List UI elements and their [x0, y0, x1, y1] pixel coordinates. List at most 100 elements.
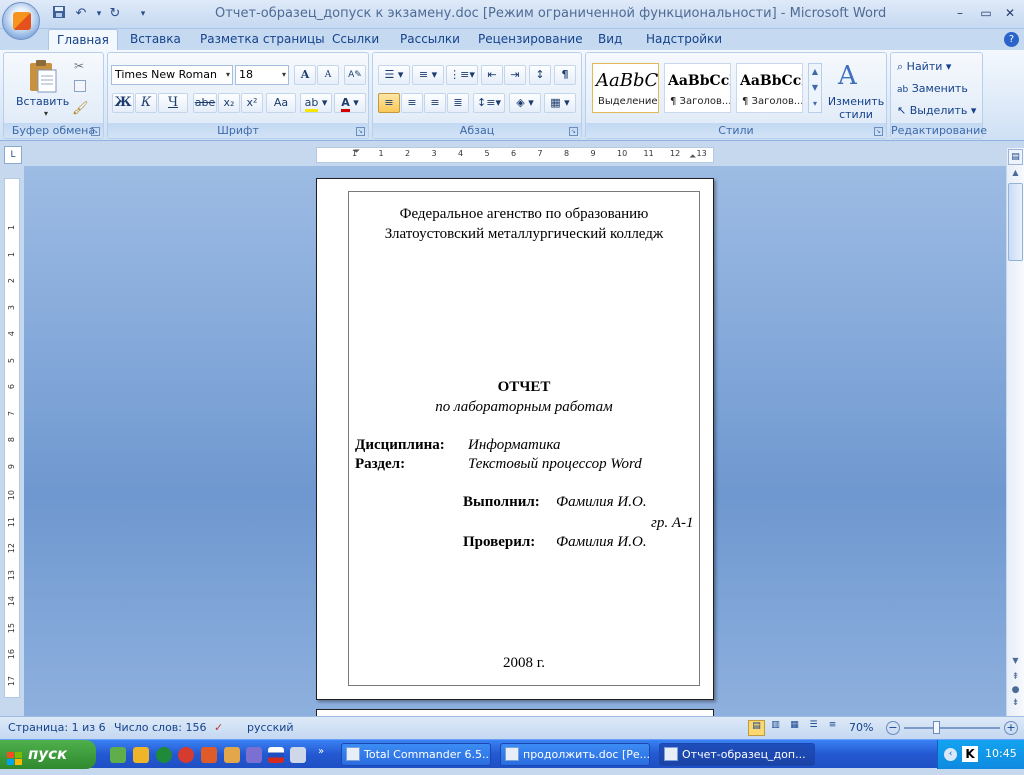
save-icon[interactable]	[50, 5, 68, 23]
minimize-button[interactable]: –	[950, 4, 970, 22]
outline-view-icon[interactable]: ☰	[805, 720, 822, 736]
spellcheck-icon[interactable]: ✓	[214, 721, 223, 734]
chevron-down-icon[interactable]: ▾	[226, 66, 230, 84]
italic-button[interactable]: К	[135, 93, 157, 113]
find-button[interactable]: ⌕ Найти ▾	[897, 60, 951, 74]
vertical-scrollbar[interactable]: ▤ ▲ ▼ ⇞ ● ⇟	[1007, 148, 1024, 716]
zoom-slider-track[interactable]	[904, 727, 1000, 729]
quicklaunch-tools-icon[interactable]	[201, 747, 217, 763]
sort-icon[interactable]: ↕	[529, 65, 551, 85]
restore-button[interactable]: ▭	[976, 4, 996, 22]
tab-mailings[interactable]: Рассылки	[392, 29, 468, 50]
page-count[interactable]: Страница: 1 из 6	[8, 721, 106, 734]
web-layout-icon[interactable]: ▦	[786, 720, 803, 736]
select-button[interactable]: ↖ Выделить ▾	[897, 104, 976, 117]
language-indicator[interactable]: русский	[247, 721, 294, 734]
line-spacing-icon[interactable]: ↕≡▾	[473, 93, 505, 113]
tab-review[interactable]: Рецензирование	[470, 29, 591, 50]
clipboard-launcher-icon[interactable]: ↘	[91, 127, 100, 136]
tab-home[interactable]: Главная	[48, 29, 118, 51]
style-tile-emphasis[interactable]: AaBbC Выделение	[592, 63, 659, 113]
font-color-button[interactable]: A ▾	[334, 93, 366, 113]
styles-scroll[interactable]: ▲ ▼ ▾	[808, 63, 822, 113]
paste-icon[interactable]	[24, 57, 60, 95]
font-size-combo[interactable]: 18 ▾	[235, 65, 289, 85]
quicklaunch-folder-icon[interactable]	[224, 747, 240, 763]
shrink-font-button[interactable]: A	[317, 65, 339, 85]
copy-icon[interactable]	[74, 80, 86, 92]
format-painter-icon[interactable]: 🖌	[72, 101, 89, 116]
tab-insert[interactable]: Вставка	[122, 29, 189, 50]
keyboard-layout-icon[interactable]: K	[962, 746, 978, 762]
chevron-down-icon[interactable]: ▾	[282, 66, 286, 84]
task-total-commander[interactable]: Total Commander 6.5...	[341, 743, 491, 766]
grow-font-button[interactable]: A	[294, 65, 316, 85]
scroll-up-icon[interactable]: ▲	[1008, 168, 1023, 182]
bullets-icon[interactable]: ☰ ▾	[378, 65, 410, 85]
zoom-slider-thumb[interactable]	[933, 721, 940, 734]
scroll-thumb[interactable]	[1008, 183, 1023, 261]
cut-icon[interactable]: ✂	[74, 59, 84, 73]
close-button[interactable]: ✕	[1000, 4, 1020, 22]
shading-icon[interactable]: ◈ ▾	[509, 93, 541, 113]
borders-icon[interactable]: ▦ ▾	[544, 93, 576, 113]
tab-view[interactable]: Вид	[590, 29, 630, 50]
horizontal-ruler[interactable]: 1 1 2 3 4 5 6 7 8 9 10 11 12 13 ⏷ ⏶	[316, 147, 714, 163]
word-count[interactable]: Число слов: 156	[114, 721, 207, 734]
change-styles-button[interactable]: Изменить стили	[826, 95, 886, 121]
style-tile-heading1[interactable]: AaBbCcl ¶ Заголов...	[664, 63, 731, 113]
full-screen-reading-icon[interactable]: ▥	[767, 720, 784, 736]
task-report-doc[interactable]: Отчет-образец_доп...	[659, 743, 815, 766]
undo-icon[interactable]: ↶	[72, 5, 90, 23]
highlight-button[interactable]: ab ▾	[300, 93, 332, 113]
style-tile-heading2[interactable]: AaBbCcl ¶ Заголов...	[736, 63, 803, 113]
help-icon[interactable]: ?	[1004, 32, 1019, 47]
customize-qat-button[interactable]: ▾	[134, 5, 152, 23]
paste-dropdown-icon[interactable]: ▾	[44, 109, 48, 118]
redo-icon[interactable]: ↻	[106, 5, 124, 23]
decrease-indent-icon[interactable]: ⇤	[481, 65, 503, 85]
paragraph-launcher-icon[interactable]: ↘	[569, 127, 578, 136]
change-styles-icon[interactable]: A	[838, 61, 857, 91]
superscript-button[interactable]: x²	[241, 93, 263, 113]
indent-marker-icon[interactable]: ⏷	[353, 147, 360, 157]
quicklaunch-desktop-icon[interactable]	[110, 747, 126, 763]
quicklaunch-window-icon[interactable]	[290, 747, 306, 763]
browse-object-icon[interactable]: ●	[1008, 685, 1023, 697]
quicklaunch-flag-icon[interactable]	[268, 747, 284, 763]
zoom-in-button[interactable]: +	[1004, 721, 1018, 735]
tab-addins[interactable]: Надстройки	[638, 29, 730, 50]
zoom-level[interactable]: 70%	[849, 721, 873, 734]
paste-button[interactable]: Вставить	[16, 95, 69, 108]
clear-formatting-icon[interactable]: A✎	[344, 65, 366, 85]
justify-icon[interactable]: ≣	[447, 93, 469, 113]
change-case-button[interactable]: Aa	[266, 93, 296, 113]
tab-references[interactable]: Ссылки	[324, 29, 387, 50]
tray-back-icon[interactable]: ‹	[944, 748, 957, 761]
tab-selector-icon[interactable]: L	[4, 146, 22, 164]
font-launcher-icon[interactable]: ↘	[356, 127, 365, 136]
start-button[interactable]: пуск	[0, 740, 96, 769]
font-name-combo[interactable]: Times New Roman ▾	[111, 65, 233, 85]
align-right-icon[interactable]: ≡	[424, 93, 446, 113]
right-indent-marker-icon[interactable]: ⏶	[689, 152, 696, 162]
replace-button[interactable]: ab Заменить	[897, 82, 968, 95]
quicklaunch-flash-icon[interactable]	[133, 747, 149, 763]
multilevel-list-icon[interactable]: ⋮≡▾	[446, 65, 478, 85]
numbering-icon[interactable]: ≡ ▾	[412, 65, 444, 85]
align-center-icon[interactable]: ≡	[401, 93, 423, 113]
strikethrough-button[interactable]: abe	[193, 93, 217, 113]
scroll-down-icon[interactable]: ▼	[1008, 656, 1023, 670]
align-left-icon[interactable]: ≡	[378, 93, 400, 113]
view-ruler-icon[interactable]: ▤	[1008, 149, 1023, 165]
styles-launcher-icon[interactable]: ↘	[874, 127, 883, 136]
show-marks-button[interactable]: ¶	[554, 65, 576, 85]
subscript-button[interactable]: x₂	[218, 93, 240, 113]
quicklaunch-more-icon[interactable]: »	[318, 746, 324, 757]
vertical-ruler[interactable]: 1 1 2 3 4 5 6 7 8 9 10 11 12 13 14 15 16 17	[4, 178, 20, 698]
draft-view-icon[interactable]: ≡	[824, 720, 841, 736]
zoom-out-button[interactable]: −	[886, 721, 900, 735]
tab-page-layout[interactable]: Разметка страницы	[192, 29, 333, 50]
underline-button[interactable]: Ч	[158, 93, 188, 113]
bold-button[interactable]: Ж	[112, 93, 134, 113]
